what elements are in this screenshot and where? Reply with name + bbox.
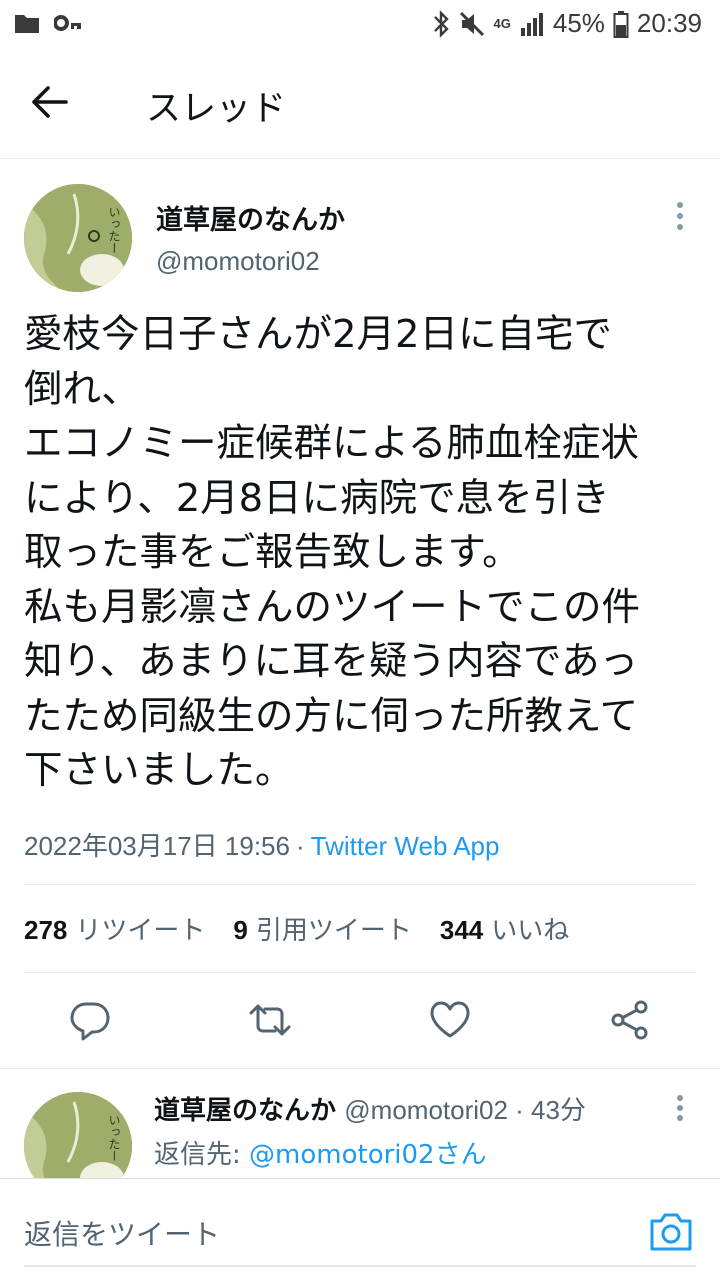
camera-button[interactable] (648, 1209, 694, 1253)
avatar-image: いったー (24, 184, 132, 292)
battery-level: 45% (552, 8, 605, 38)
retweets-label: リツイート (75, 916, 206, 946)
share-icon (611, 1000, 648, 1040)
status-bar: 4G 45% 20:39 (0, 0, 720, 52)
more-vertical-icon (677, 202, 683, 230)
network-type: 4G (493, 16, 511, 31)
likes-stat[interactable]: 344 いいね (440, 910, 569, 947)
reply-header: 道草屋のなんか @momotori02 · 43分 (154, 1090, 586, 1127)
thread-header: スレッド (0, 52, 720, 159)
reply-to: 返信先: @momotori02さん (154, 1134, 487, 1171)
like-icon (430, 1001, 470, 1038)
page-title: スレッド (146, 89, 287, 129)
author-name[interactable]: 道草屋のなんか (156, 198, 345, 237)
quotes-count: 9 (233, 915, 248, 945)
back-button[interactable] (30, 84, 82, 128)
bluetooth-icon (432, 9, 450, 38)
divider (24, 972, 696, 973)
retweets-stat[interactable]: 278 リツイート (24, 910, 205, 947)
battery-icon (613, 10, 629, 38)
folder-icon (14, 12, 40, 34)
camera-icon (650, 1213, 692, 1251)
mute-icon (458, 10, 486, 38)
likes-label: いいね (491, 916, 570, 946)
reply-avatar-lettering: いったー (107, 1114, 121, 1162)
reply-to-mention[interactable]: @momotori02さん (249, 1140, 487, 1170)
reply-more-button[interactable] (670, 1094, 690, 1124)
back-arrow-icon (32, 86, 68, 118)
clock: 20:39 (636, 8, 702, 38)
status-right: 4G 45% 20:39 (432, 8, 702, 39)
avatar-lettering: いったー (107, 206, 121, 254)
reply-meta: @momotori02 · 43分 (344, 1095, 586, 1125)
tweet-actions (0, 990, 720, 1052)
reply-icon (70, 1002, 110, 1041)
tweet-timestamp: 2022年03月17日 19:56 · Twitter Web App (24, 826, 499, 863)
retweets-count: 278 (24, 915, 68, 945)
reply-to-label: 返信先: (154, 1140, 241, 1170)
avatar[interactable]: いったー (24, 184, 132, 292)
tweet-text: 愛枝今日子さんが2月2日に自宅で 倒れ、 エコノミー症候群による肺血栓症状 によ… (24, 312, 641, 793)
meta-separator: · (295, 831, 305, 861)
quotes-stat[interactable]: 9 引用ツイート (233, 910, 411, 947)
quotes-label: 引用ツイート (255, 916, 412, 946)
reply-input[interactable]: 返信をツイート (24, 1213, 220, 1253)
composer-underline (24, 1265, 696, 1267)
tweet-client-link[interactable]: Twitter Web App (311, 831, 500, 861)
status-left (14, 12, 82, 34)
tweet-date: 2022年03月17日 19:56 (24, 831, 290, 861)
likes-count: 344 (439, 915, 484, 945)
reply-author-name[interactable]: 道草屋のなんか (154, 1096, 336, 1126)
signal-icon (519, 11, 545, 37)
more-options-button[interactable] (670, 200, 690, 234)
section-divider (0, 1068, 720, 1069)
divider (24, 884, 696, 885)
more-vertical-icon (677, 1095, 683, 1121)
reply-composer: 返信をツイート (0, 1178, 720, 1281)
share-button[interactable] (608, 998, 652, 1042)
retweet-button[interactable] (248, 998, 292, 1042)
tweet-stats: 278 リツイート 9 引用ツイート 344 いいね (24, 910, 569, 947)
author-handle[interactable]: @momotori02 (156, 246, 320, 277)
reply-button[interactable] (68, 998, 112, 1042)
retweet-icon (249, 1004, 291, 1036)
like-button[interactable] (428, 998, 472, 1042)
key-icon (54, 14, 82, 32)
